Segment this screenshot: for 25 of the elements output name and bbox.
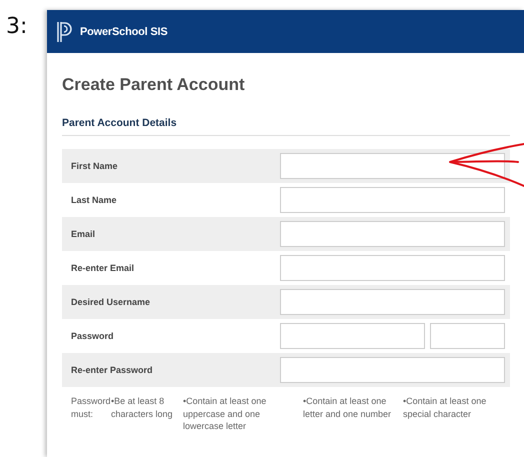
field-label: Password [70,331,115,341]
input-field[interactable] [280,255,505,281]
input-field[interactable] [280,153,505,179]
input-field[interactable] [280,221,505,247]
password-rule: •Contain at least one letter and one number [303,395,392,420]
password-rule: •Contain at least one uppercase and one lowercase letter [183,395,268,432]
field-label: Desired Username [70,297,152,307]
input-field[interactable] [280,357,505,383]
logo-icon [56,20,74,42]
password-rule: •Contain at least one special character [403,395,488,421]
section-heading: Parent Account Details [62,117,510,136]
password-rule: •Be at least 8 characters long [111,395,174,421]
input-field[interactable] [430,323,505,349]
input-field[interactable] [280,323,425,349]
field-label: Email [70,229,96,239]
input-field[interactable] [280,289,505,315]
field-label: Re-enter Email [70,263,136,273]
field-label: Re-enter Password [70,365,154,375]
input-field[interactable] [280,187,505,213]
rules-label: Password must: [71,395,111,420]
field-label: First Name [70,161,119,171]
brand-name: PowerSchool SIS [80,26,168,38]
field-label: Last Name [70,195,118,205]
step-number: 3: [5,13,28,41]
page-title: Create Parent Account [62,75,246,95]
